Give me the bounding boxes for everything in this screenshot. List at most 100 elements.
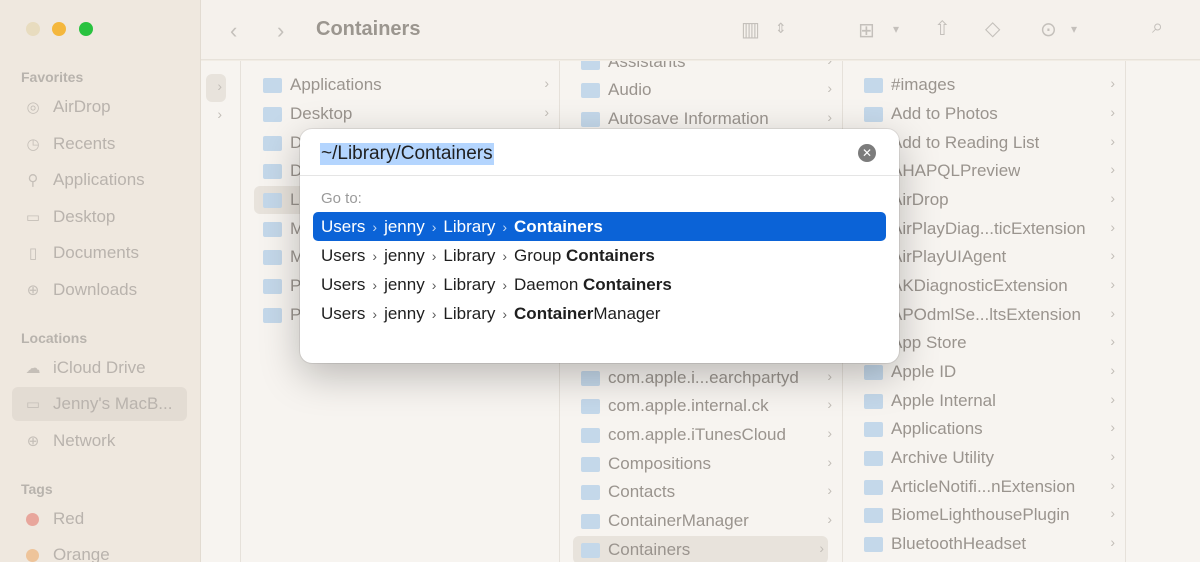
list-item[interactable]: Contacts › [560, 478, 842, 506]
path-segment: Library [443, 303, 496, 323]
tag-icon[interactable]: ◇ [985, 16, 1000, 41]
path-segment: Users [321, 303, 366, 323]
sidebar-item-downloads[interactable]: ⊕ Downloads [12, 273, 187, 307]
more-actions-icon[interactable]: ⊙ [1040, 17, 1057, 42]
folder-icon [263, 249, 282, 265]
sidebar-item-label: Downloads [53, 280, 138, 299]
folder-icon [263, 163, 282, 179]
forward-icon[interactable]: › [277, 18, 284, 44]
list-item[interactable]: com.apple.internal.ck › [560, 392, 842, 420]
path-segment: Library [443, 216, 496, 236]
path-input-value: ~/Library/Containers [320, 143, 494, 165]
chevron-right-icon: › [502, 247, 508, 264]
list-item[interactable]: Assistants› [560, 61, 842, 76]
zoom-window-button[interactable] [79, 22, 93, 36]
chevron-right-icon: › [372, 247, 378, 264]
path-segment: jenny [384, 303, 425, 323]
folder-icon [864, 393, 883, 409]
sidebar-item-airdrop[interactable]: ◎ AirDrop [12, 90, 187, 124]
path-segment: jenny [384, 216, 425, 236]
path-leaf-prefix: Daemon [514, 274, 584, 294]
path-input[interactable]: ~/Library/Containers [320, 141, 494, 167]
chevron-right-icon: › [372, 305, 378, 322]
list-item[interactable]: Audio › [560, 76, 842, 104]
list-item[interactable]: Compositions › [560, 450, 842, 478]
folder-icon [581, 542, 600, 558]
suggestion-item[interactable]: Users › jenny › Library › Group Containers [313, 241, 886, 270]
list-item[interactable]: Archive Utility › [843, 444, 1125, 472]
path-segment: Users [321, 245, 366, 265]
list-item[interactable]: BluetoothHeadset › [843, 530, 1125, 558]
sidebar-item-applications[interactable]: ⚲ Applications [12, 163, 187, 197]
chevron-down-icon[interactable]: ▾ [1071, 22, 1077, 36]
list-item[interactable]: Apple Internal › [843, 387, 1125, 415]
list-item[interactable]: BiomeLighthousePlugin › [843, 501, 1125, 529]
sidebar-item-recents[interactable]: ◷ Recents [12, 127, 187, 161]
folder-icon [581, 111, 600, 127]
list-item[interactable]: Applications › [843, 415, 1125, 443]
globe-icon: ⊕ [26, 433, 40, 450]
folder-icon [263, 106, 282, 122]
search-icon[interactable]: ⌕ [1152, 16, 1163, 39]
share-icon[interactable]: ⇧ [934, 16, 951, 41]
suggestion-item[interactable]: Users › jenny › Library › Containers [313, 212, 886, 241]
path-leaf-suffix: Manager [593, 303, 661, 323]
sidebar-item-label: Documents [53, 243, 139, 262]
chevron-right-icon: › [431, 218, 437, 235]
chevron-right-icon: › [431, 276, 437, 293]
minimize-window-button[interactable] [52, 22, 66, 36]
go-to-folder-dialog: ~/Library/Containers ✕ Go to: Users › jen… [300, 129, 899, 363]
suggestion-item[interactable]: Users › jenny › Library › Container Manager [313, 299, 886, 328]
folder-icon [581, 61, 600, 70]
sidebar-item-desktop[interactable]: ▭ Desktop [12, 200, 187, 234]
view-options-chevron-icon[interactable]: ⇕ [775, 20, 787, 37]
column-1: › › [201, 61, 241, 562]
list-item[interactable]: › [206, 74, 226, 102]
sidebar-item-tag-orange[interactable]: Orange [12, 538, 187, 562]
list-item[interactable]: com.apple.iTunesCloud › [560, 421, 842, 449]
sidebar: Favorites ◎ AirDrop ◷ Recents ⚲ Application… [0, 0, 201, 562]
list-item[interactable]: com.apple.i...earchpartyd › [560, 364, 842, 392]
folder-icon [263, 135, 282, 151]
folder-icon [864, 106, 883, 122]
folder-icon [263, 221, 282, 237]
folder-icon [263, 278, 282, 294]
path-segment: jenny [384, 274, 425, 294]
column-view-icon[interactable]: ▥ [741, 17, 760, 42]
favorites-heading: Favorites [21, 69, 84, 85]
path-leaf-prefix: Group [514, 245, 567, 265]
list-item[interactable]: Desktop › [241, 100, 559, 128]
list-item[interactable]: Add to Photos › [843, 100, 1125, 128]
sidebar-item-icloud[interactable]: ☁ iCloud Drive [12, 351, 187, 385]
go-to-label: Go to: [321, 190, 362, 207]
clock-icon: ◷ [26, 136, 40, 153]
sidebar-item-tag-red[interactable]: Red [12, 502, 187, 536]
sidebar-item-label: iCloud Drive [53, 358, 146, 377]
list-item[interactable]: › [201, 102, 240, 130]
tags-heading: Tags [21, 481, 53, 497]
chevron-down-icon[interactable]: ▾ [893, 22, 899, 36]
sidebar-item-network[interactable]: ⊕ Network [12, 424, 187, 458]
list-item[interactable]: Applications › [241, 71, 559, 99]
folder-icon [581, 456, 600, 472]
folder-icon [581, 484, 600, 500]
list-item[interactable]: ContainerManager › [560, 507, 842, 535]
chevron-right-icon: › [431, 247, 437, 264]
desktop-icon: ▭ [25, 209, 41, 226]
path-segment: Users [321, 274, 366, 294]
group-icon[interactable]: ⊞ [858, 18, 875, 43]
document-icon: ▯ [28, 245, 38, 262]
sidebar-item-macbook[interactable]: ▭ Jenny's MacB... [12, 387, 187, 421]
sidebar-item-documents[interactable]: ▯ Documents [12, 236, 187, 270]
clear-icon[interactable]: ✕ [858, 144, 876, 162]
back-icon[interactable]: ‹ [230, 18, 237, 44]
path-segment: Library [443, 245, 496, 265]
list-item[interactable]: Containers › [573, 536, 828, 562]
list-item[interactable]: #images › [843, 71, 1125, 99]
close-window-button[interactable] [26, 22, 40, 36]
sidebar-item-label: Jenny's MacB... [53, 394, 173, 413]
list-item[interactable]: ArticleNotifi...nExtension › [843, 473, 1125, 501]
chevron-right-icon: › [372, 218, 378, 235]
suggestion-item[interactable]: Users › jenny › Library › Daemon Containers [313, 270, 886, 299]
orange-tag-icon [26, 548, 39, 562]
